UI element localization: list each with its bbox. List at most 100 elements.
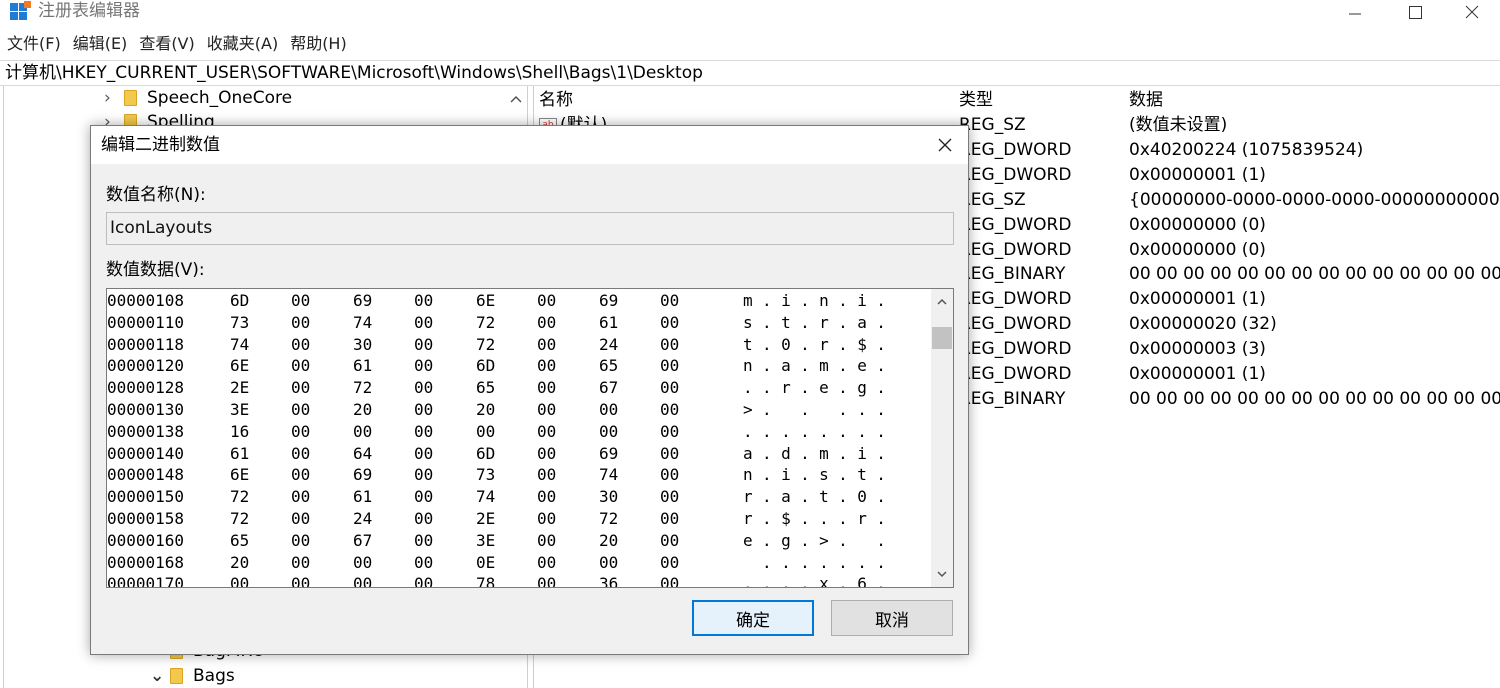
hex-byte[interactable]: 00 bbox=[414, 508, 433, 530]
scroll-down-button[interactable] bbox=[931, 565, 953, 583]
hex-ascii[interactable]: ..r.e.g. bbox=[743, 377, 895, 399]
hex-byte[interactable]: 00 bbox=[660, 312, 679, 334]
hex-editor[interactable]: 00000108 6D 00 69 00 6E 00 69 00 m.i.n.i. 00000110… bbox=[106, 288, 954, 588]
hex-ascii[interactable]: a.d.m.i. bbox=[743, 443, 895, 465]
scroll-up-icon[interactable] bbox=[505, 88, 527, 110]
address-bar[interactable]: 计算机\HKEY_CURRENT_USER\SOFTWARE\Microsoft… bbox=[0, 60, 1500, 86]
hex-byte[interactable]: 00 bbox=[291, 399, 310, 421]
hex-byte[interactable]: 00 bbox=[660, 421, 679, 443]
hex-byte[interactable]: 2E bbox=[476, 508, 495, 530]
hex-ascii[interactable]: n.i.s.t. bbox=[743, 464, 895, 486]
hex-byte[interactable]: 00 bbox=[291, 464, 310, 486]
hex-byte[interactable]: 00 bbox=[537, 552, 556, 574]
address-path[interactable]: 计算机\HKEY_CURRENT_USER\SOFTWARE\Microsoft… bbox=[5, 62, 703, 84]
menu-view[interactable]: 查看(V) bbox=[132, 32, 199, 56]
hex-byte[interactable]: 74 bbox=[230, 334, 249, 356]
hex-byte[interactable]: 73 bbox=[476, 464, 495, 486]
hex-byte[interactable]: 3E bbox=[476, 530, 495, 552]
hex-byte[interactable]: 00 bbox=[291, 573, 310, 587]
hex-byte[interactable]: 00 bbox=[537, 421, 556, 443]
hex-row[interactable]: 00000120 6E 00 61 00 6D 00 65 00 n.a.m.e. bbox=[107, 355, 927, 377]
hex-byte[interactable]: 00 bbox=[537, 530, 556, 552]
hex-byte[interactable]: 00 bbox=[660, 464, 679, 486]
hex-byte[interactable]: 74 bbox=[599, 464, 618, 486]
hex-byte[interactable]: 00 bbox=[660, 355, 679, 377]
hex-byte[interactable]: 00 bbox=[660, 530, 679, 552]
hex-byte[interactable]: 00 bbox=[537, 443, 556, 465]
hex-byte[interactable]: 3E bbox=[230, 399, 249, 421]
tree-item[interactable]: › Speech_OneCore bbox=[104, 86, 292, 110]
hex-byte[interactable]: 00 bbox=[291, 530, 310, 552]
hex-byte[interactable]: 74 bbox=[353, 312, 372, 334]
hex-ascii[interactable]: t.0.r.$. bbox=[743, 334, 895, 356]
hex-byte[interactable]: 00 bbox=[414, 421, 433, 443]
hex-byte[interactable]: 00 bbox=[476, 421, 495, 443]
hex-byte[interactable]: 00 bbox=[537, 377, 556, 399]
hex-byte[interactable]: 65 bbox=[230, 530, 249, 552]
hex-byte[interactable]: 00 bbox=[353, 573, 372, 587]
hex-byte[interactable]: 69 bbox=[599, 290, 618, 312]
menu-favorites[interactable]: 收藏夹(A) bbox=[200, 32, 283, 56]
hex-byte[interactable]: 6E bbox=[476, 290, 495, 312]
hex-byte[interactable]: 00 bbox=[353, 421, 372, 443]
hex-byte[interactable]: 67 bbox=[599, 377, 618, 399]
column-header-type[interactable]: 类型 bbox=[959, 89, 993, 111]
hex-byte[interactable]: 78 bbox=[476, 573, 495, 587]
hex-byte[interactable]: 65 bbox=[599, 355, 618, 377]
hex-byte[interactable]: 00 bbox=[537, 399, 556, 421]
hex-byte[interactable]: 6E bbox=[230, 355, 249, 377]
hex-scrollbar[interactable] bbox=[931, 289, 953, 587]
hex-byte[interactable]: 69 bbox=[353, 464, 372, 486]
hex-byte[interactable]: 00 bbox=[291, 312, 310, 334]
hex-byte[interactable]: 00 bbox=[660, 399, 679, 421]
hex-byte[interactable]: 61 bbox=[599, 312, 618, 334]
hex-row[interactable]: 00000168 20 00 00 00 0E 00 00 00 ....... bbox=[107, 552, 927, 574]
hex-byte[interactable]: 00 bbox=[291, 508, 310, 530]
hex-byte[interactable]: 61 bbox=[353, 486, 372, 508]
hex-row[interactable]: 00000170 00 00 00 00 78 00 36 00 ....x.6. bbox=[107, 573, 927, 587]
hex-byte[interactable]: 72 bbox=[353, 377, 372, 399]
hex-byte[interactable]: 00 bbox=[291, 355, 310, 377]
hex-byte[interactable]: 69 bbox=[353, 290, 372, 312]
hex-byte[interactable]: 0E bbox=[476, 552, 495, 574]
ok-button[interactable]: 确定 bbox=[692, 600, 814, 636]
hex-byte[interactable]: 00 bbox=[414, 399, 433, 421]
hex-byte[interactable]: 73 bbox=[230, 312, 249, 334]
hex-row[interactable]: 00000148 6E 00 69 00 73 00 74 00 n.i.s.t. bbox=[107, 464, 927, 486]
hex-byte[interactable]: 00 bbox=[660, 573, 679, 587]
hex-byte[interactable]: 00 bbox=[660, 377, 679, 399]
hex-byte[interactable]: 00 bbox=[537, 573, 556, 587]
hex-byte[interactable]: 00 bbox=[291, 486, 310, 508]
hex-byte[interactable]: 00 bbox=[414, 290, 433, 312]
hex-byte[interactable]: 00 bbox=[599, 421, 618, 443]
menu-edit[interactable]: 编辑(E) bbox=[66, 32, 133, 56]
hex-ascii[interactable]: s.t.r.a. bbox=[743, 312, 895, 334]
hex-byte[interactable]: 00 bbox=[537, 312, 556, 334]
hex-byte[interactable]: 20 bbox=[476, 399, 495, 421]
hex-byte[interactable]: 00 bbox=[414, 530, 433, 552]
hex-byte[interactable]: 72 bbox=[230, 486, 249, 508]
tree-item[interactable]: ⌄ Bags bbox=[150, 664, 235, 688]
hex-byte[interactable]: 72 bbox=[476, 312, 495, 334]
hex-ascii[interactable]: r.$...r. bbox=[743, 508, 895, 530]
hex-byte[interactable]: 00 bbox=[537, 355, 556, 377]
hex-byte[interactable]: 00 bbox=[537, 508, 556, 530]
hex-row[interactable]: 00000140 61 00 64 00 6D 00 69 00 a.d.m.i. bbox=[107, 443, 927, 465]
hex-byte[interactable]: 00 bbox=[291, 443, 310, 465]
hex-byte[interactable]: 24 bbox=[353, 508, 372, 530]
hex-byte[interactable]: 00 bbox=[599, 399, 618, 421]
hex-byte[interactable]: 00 bbox=[599, 552, 618, 574]
hex-byte[interactable]: 00 bbox=[414, 552, 433, 574]
hex-byte[interactable]: 00 bbox=[353, 552, 372, 574]
hex-byte[interactable]: 6D bbox=[230, 290, 249, 312]
hex-byte[interactable]: 20 bbox=[230, 552, 249, 574]
hex-ascii[interactable]: r.a.t.0. bbox=[743, 486, 895, 508]
hex-byte[interactable]: 00 bbox=[414, 377, 433, 399]
minimize-button[interactable] bbox=[1325, 0, 1385, 24]
chevron-down-icon[interactable]: ⌄ bbox=[150, 666, 164, 686]
hex-ascii[interactable]: ....... bbox=[743, 552, 895, 574]
hex-byte[interactable]: 72 bbox=[599, 508, 618, 530]
hex-byte[interactable]: 00 bbox=[537, 486, 556, 508]
hex-row[interactable]: 00000108 6D 00 69 00 6E 00 69 00 m.i.n.i. bbox=[107, 290, 927, 312]
hex-byte[interactable]: 61 bbox=[230, 443, 249, 465]
